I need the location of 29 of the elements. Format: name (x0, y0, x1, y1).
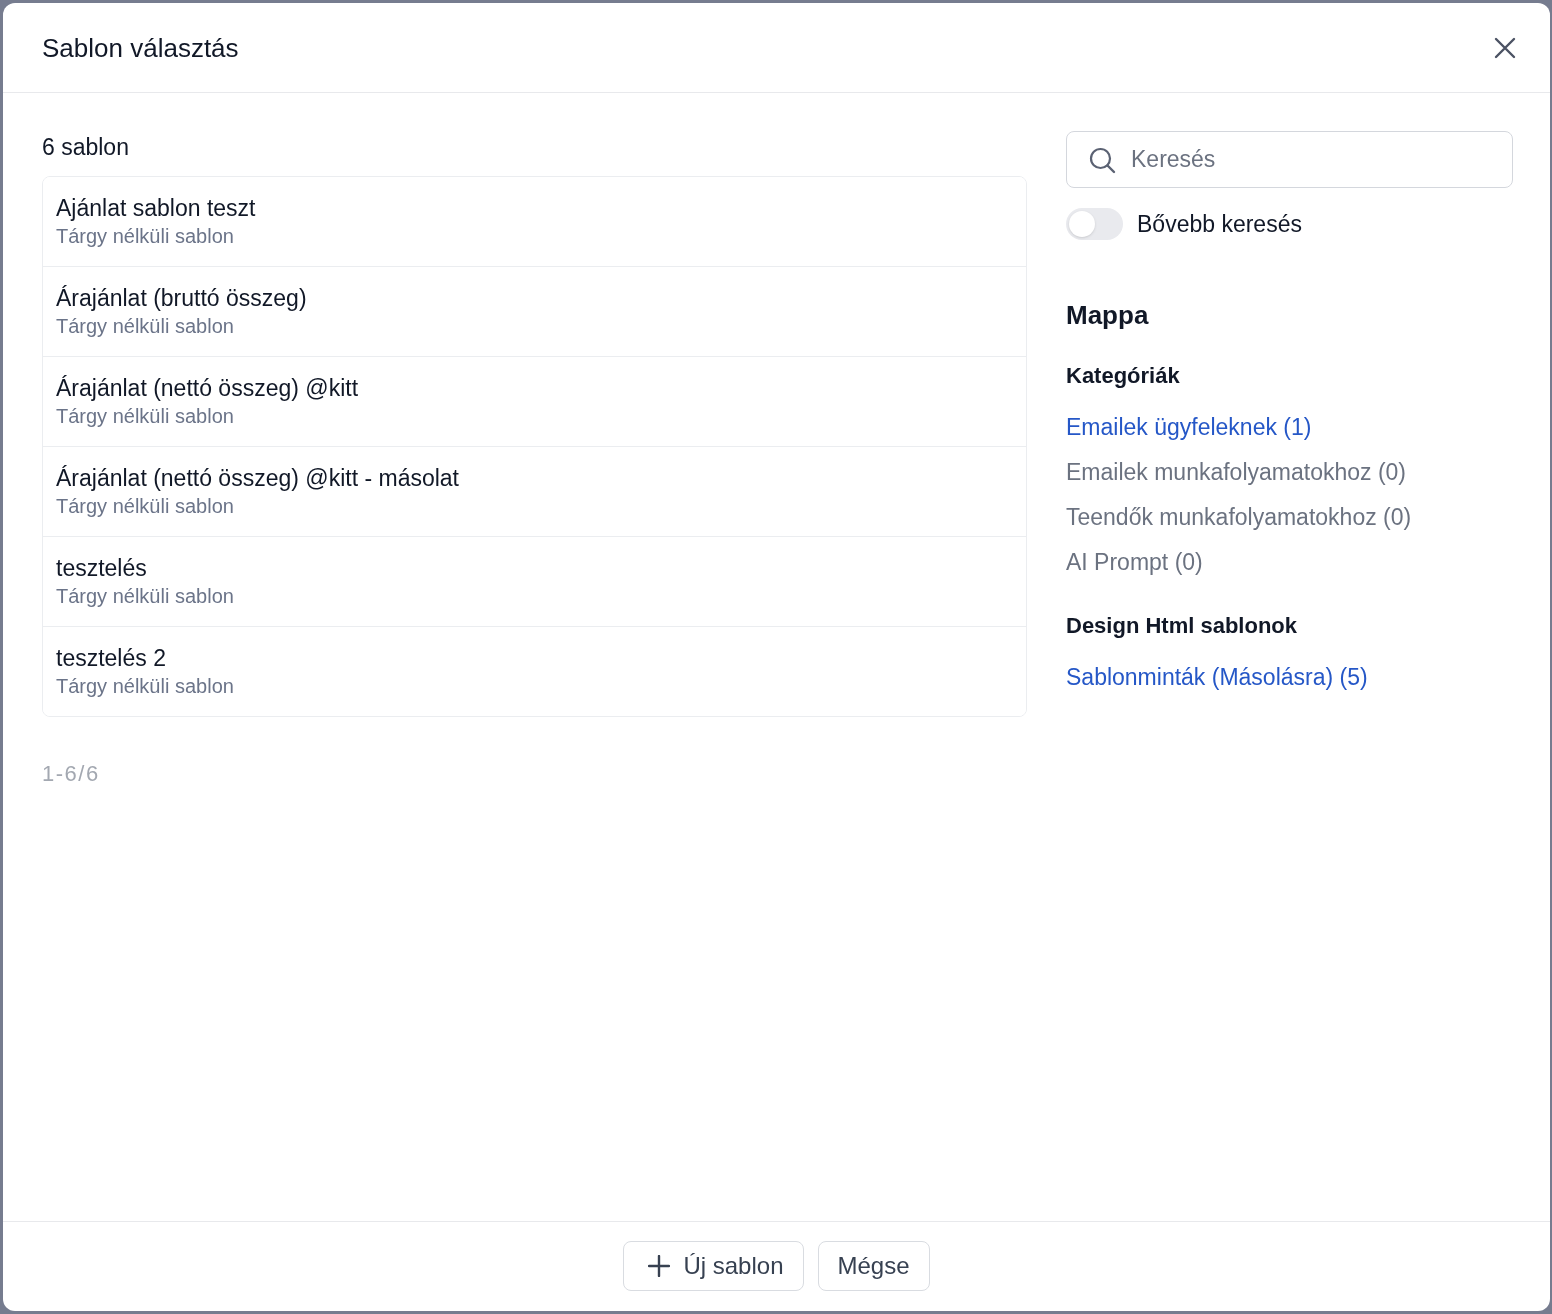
plus-icon (648, 1255, 671, 1277)
close-icon (1494, 36, 1516, 59)
template-subject: Tárgy nélküli sablon (56, 404, 234, 429)
dialog-title: Sablon választás (42, 31, 239, 64)
template-name: Árajánlat (nettó összeg) @kitt (56, 374, 359, 402)
template-name: Árajánlat (nettó összeg) @kitt - másolat (56, 464, 459, 492)
template-subject: Tárgy nélküli sablon (56, 494, 234, 519)
template-row[interactable]: tesztelés 2 Tárgy nélküli sablon (43, 626, 1026, 716)
template-name: tesztelés (56, 554, 147, 582)
template-subject: Tárgy nélküli sablon (56, 584, 234, 609)
search-field[interactable]: Keresés (1066, 131, 1513, 188)
template-name: tesztelés 2 (56, 644, 166, 672)
template-name: Árajánlat (bruttó összeg) (56, 284, 307, 312)
template-subject: Tárgy nélküli sablon (56, 224, 234, 249)
template-count: 6 sablon (42, 133, 129, 161)
cancel-button[interactable]: Mégse (817, 1241, 930, 1291)
template-subject: Tárgy nélküli sablon (56, 674, 234, 699)
category-heading: Design Html sablonok (1066, 612, 1298, 640)
new-template-button[interactable]: Új sablon (623, 1241, 804, 1291)
search-icon (1089, 147, 1116, 174)
category-link[interactable]: Emailek ügyfeleknek (1) (1066, 413, 1312, 441)
template-name: Ajánlat sablon teszt (56, 194, 256, 222)
pagination-label: 1-6/6 (42, 760, 100, 788)
extended-search-label: Bővebb keresés (1137, 210, 1302, 238)
template-subject: Tárgy nélküli sablon (56, 314, 234, 339)
category-link[interactable]: Sablonminták (Másolásra) (5) (1066, 663, 1368, 691)
folder-heading: Mappa (1066, 299, 1149, 331)
category-heading: Kategóriák (1066, 362, 1180, 390)
extended-search-toggle[interactable] (1066, 208, 1123, 240)
